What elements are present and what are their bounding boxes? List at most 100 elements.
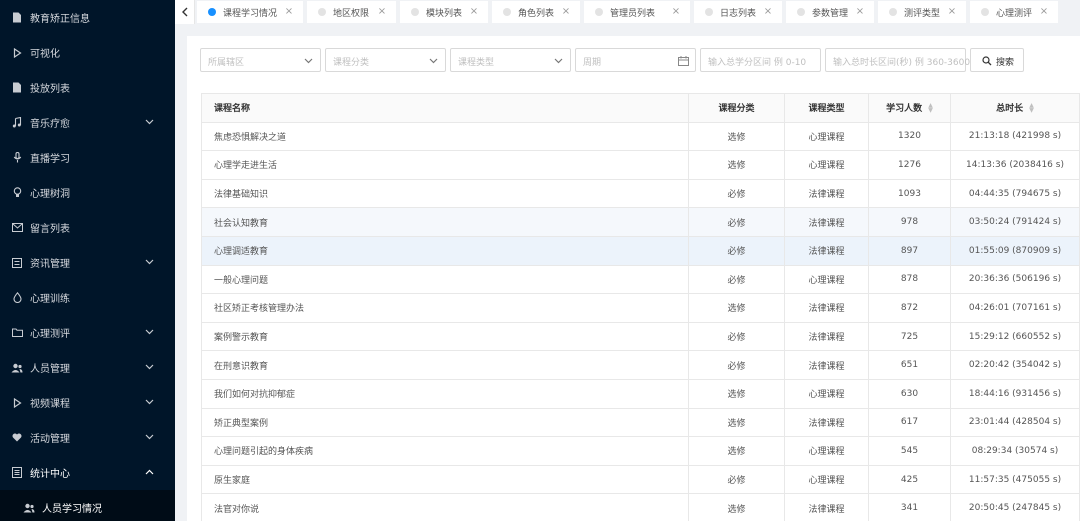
sidebar: 教育矫正信息 可视化 投放列表 音乐疗愈 直播学习心理树洞留言列表资讯管理心理训练 心理测… [0,0,175,521]
tab-status-dot [705,8,713,16]
chevron-down-icon [553,55,564,66]
close-icon[interactable]: × [947,6,957,17]
table-row[interactable]: 在刑意识教育 必修 法律课程 651 02:20:42 (354042 s) [201,351,1080,380]
tab-0[interactable]: 课程学习情况 × [197,1,303,23]
sidebar-item-label: 资讯管理 [30,259,70,270]
cell-duration: 15:29:12 (660552 s) [951,322,1080,351]
cell-course-name: 案例警示教育 [201,322,689,351]
tab-8[interactable]: 心理测评 × [970,1,1058,23]
duration-text: 08:29:34 (30574 s) [971,445,1059,456]
count-text: 630 [900,388,919,399]
table-row[interactable]: 一般心理问题 必修 心理课程 878 20:36:36 (506196 s) [201,265,1080,295]
sidebar-item-1[interactable]: 可视化 [0,35,175,70]
sidebar-item-5[interactable]: 心理树洞 [0,175,175,210]
sidebar-item-13[interactable]: 统计中心 [0,455,175,490]
sidebar-item-11[interactable]: 视频课程 [0,385,175,420]
duration-text: 20:50:45 (247845 s) [968,503,1062,514]
course-name-text: 法官对你说 [214,504,260,515]
stats-icon [10,466,24,480]
sort-icon[interactable]: ▲ ▼ [928,102,933,113]
header-duration-label: 总时长 [996,104,1024,115]
document-icon [10,11,24,25]
header-count[interactable]: 学习人数 ▲ ▼ [869,94,951,122]
type-text: 法律课程 [808,418,845,429]
search-button-label: 搜索 [996,58,1015,68]
period-date-picker[interactable]: 周期 [575,48,696,72]
tab-6[interactable]: 参数管理 × [786,1,874,23]
search-button[interactable]: 搜索 [970,48,1024,72]
category-text: 选修 [727,447,746,458]
close-icon[interactable]: × [377,6,387,17]
tab-status-dot [797,8,805,16]
sidebar-item-9[interactable]: 心理测评 [0,315,175,350]
category-select[interactable]: 课程分类 [325,48,446,72]
table-row[interactable]: 法官对你说 选修 法律课程 341 20:50:45 (247845 s) [201,494,1080,521]
table-row[interactable]: 心理学走进生活 选修 心理课程 1276 14:13:36 (2038416 s) [201,151,1080,180]
table-row[interactable]: 我们如何对抗抑郁症 选修 心理课程 630 18:44:16 (931456 s) [201,379,1080,409]
type-text: 法律课程 [808,247,845,258]
table-row[interactable]: 社区矫正考核管理办法 选修 法律课程 872 04:26:01 (707161 s) [201,294,1080,323]
tab-2[interactable]: 模块列表 × [400,1,488,23]
type-text: 心理课程 [808,132,845,143]
close-icon[interactable]: × [561,6,571,17]
table-row[interactable]: 原生家庭 必修 心理课程 425 11:57:35 (475055 s) [201,465,1080,495]
sidebar-subitem-0[interactable]: 人员学习情况 [0,490,175,521]
cell-count: 630 [869,379,951,408]
type-text: 法律课程 [808,333,845,344]
cell-count: 878 [869,265,951,294]
sidebar-item-12[interactable]: 活动管理 [0,420,175,455]
close-icon[interactable]: × [763,6,773,17]
close-icon[interactable]: × [1039,6,1049,17]
header-duration[interactable]: 总时长 ▲ ▼ [951,94,1080,122]
sidebar-item-4[interactable]: 直播学习 [0,140,175,175]
course-name-text: 原生家庭 [214,476,251,487]
table-row[interactable]: 社会认知教育 必修 法律课程 978 03:50:24 (791424 s) [201,208,1080,237]
sort-icon[interactable]: ▲ ▼ [1029,102,1034,113]
tab-label: 课程学习情况 [223,9,278,19]
tab-5[interactable]: 日志列表 × [694,1,782,23]
sidebar-item-2[interactable]: 投放列表 [0,70,175,105]
tab-scroll-left-button[interactable] [175,0,195,24]
table-row[interactable]: 案例警示教育 必修 法律课程 725 15:29:12 (660552 s) [201,322,1080,352]
category-text: 必修 [727,476,746,487]
sidebar-item-10[interactable]: 人员管理 [0,350,175,385]
duration-range-input[interactable]: 输入总时长区间(秒) 例 360-3600 [825,48,970,72]
region-select[interactable]: 所属辖区 [200,48,321,72]
tab-status-dot [411,8,419,16]
score-range-input[interactable]: 输入总学分区间 例 0-10 [700,48,821,72]
sidebar-item-0[interactable]: 教育矫正信息 [0,0,175,35]
tab-1[interactable]: 地区权限 × [307,1,396,23]
tab-7[interactable]: 测评类型 × [878,1,966,23]
table-row[interactable]: 焦虑恐惧解决之道 选修 心理课程 1320 21:13:18 (421998 s) [201,122,1080,152]
close-icon[interactable]: × [284,6,294,17]
sidebar-item-label: 心理树洞 [30,189,70,200]
cell-duration: 20:36:36 (506196 s) [951,265,1080,294]
play-icon [10,46,24,60]
type-select[interactable]: 课程类型 [450,48,571,72]
type-text: 法律课程 [808,304,845,315]
sidebar-item-3[interactable]: 音乐疗愈 [0,105,175,140]
cell-category: 选修 [689,437,785,465]
count-text: 897 [900,245,919,256]
tab-3[interactable]: 角色列表 × [492,1,580,23]
chevron-down-icon [143,326,155,338]
tab-4[interactable]: 管理员列表 × [584,1,690,23]
close-icon[interactable]: × [469,6,479,17]
count-text: 725 [900,331,919,342]
table-row[interactable]: 法律基础知识 必修 法律课程 1093 04:44:35 (794675 s) [201,179,1080,209]
close-icon[interactable]: × [855,6,865,17]
count-text: 651 [900,360,919,371]
table-row[interactable]: 心理调适教育 必修 法律课程 897 01:55:09 (870909 s) [201,236,1080,266]
tab-label: 角色列表 [518,9,555,19]
sidebar-item-8[interactable]: 心理训练 [0,280,175,315]
sidebar-menu: 教育矫正信息 可视化 投放列表 音乐疗愈 直播学习心理树洞留言列表资讯管理心理训练 心理测… [0,0,175,521]
close-icon[interactable]: × [671,6,681,17]
search-icon [981,55,992,66]
cell-course-name: 心理问题引起的身体疾病 [201,437,689,465]
sidebar-item-7[interactable]: 资讯管理 [0,245,175,280]
message-icon [10,221,24,235]
table-row[interactable]: 矫正典型案例 选修 法律课程 617 23:01:44 (428504 s) [201,408,1080,438]
users-icon [10,361,24,375]
sidebar-item-6[interactable]: 留言列表 [0,210,175,245]
table-row[interactable]: 心理问题引起的身体疾病 选修 心理课程 545 08:29:34 (30574 s) [201,437,1080,466]
